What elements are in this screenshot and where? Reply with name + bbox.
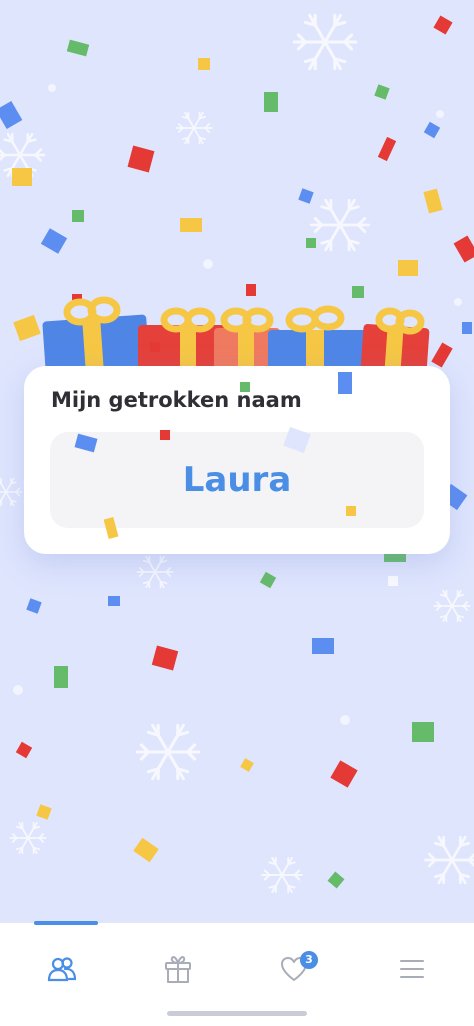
wishlist-badge: 3 (300, 951, 318, 969)
tab-group[interactable] (32, 945, 92, 993)
home-indicator (167, 1011, 307, 1016)
active-tab-indicator (34, 921, 98, 925)
gift-icon (165, 956, 191, 983)
bottom-tab-bar: 3 (0, 921, 474, 1026)
card-title: Mijn getrokken naam (51, 388, 302, 412)
tab-menu[interactable] (382, 945, 442, 993)
hamburger-menu-icon (400, 960, 424, 978)
drawn-name-card: Mijn getrokken naam Laura (24, 366, 450, 554)
people-icon (47, 957, 77, 982)
tab-wishlist[interactable]: 3 (264, 945, 324, 993)
drawn-name: Laura (182, 460, 292, 500)
tab-gifts[interactable] (148, 945, 208, 993)
drawn-name-box: Laura (50, 432, 424, 528)
